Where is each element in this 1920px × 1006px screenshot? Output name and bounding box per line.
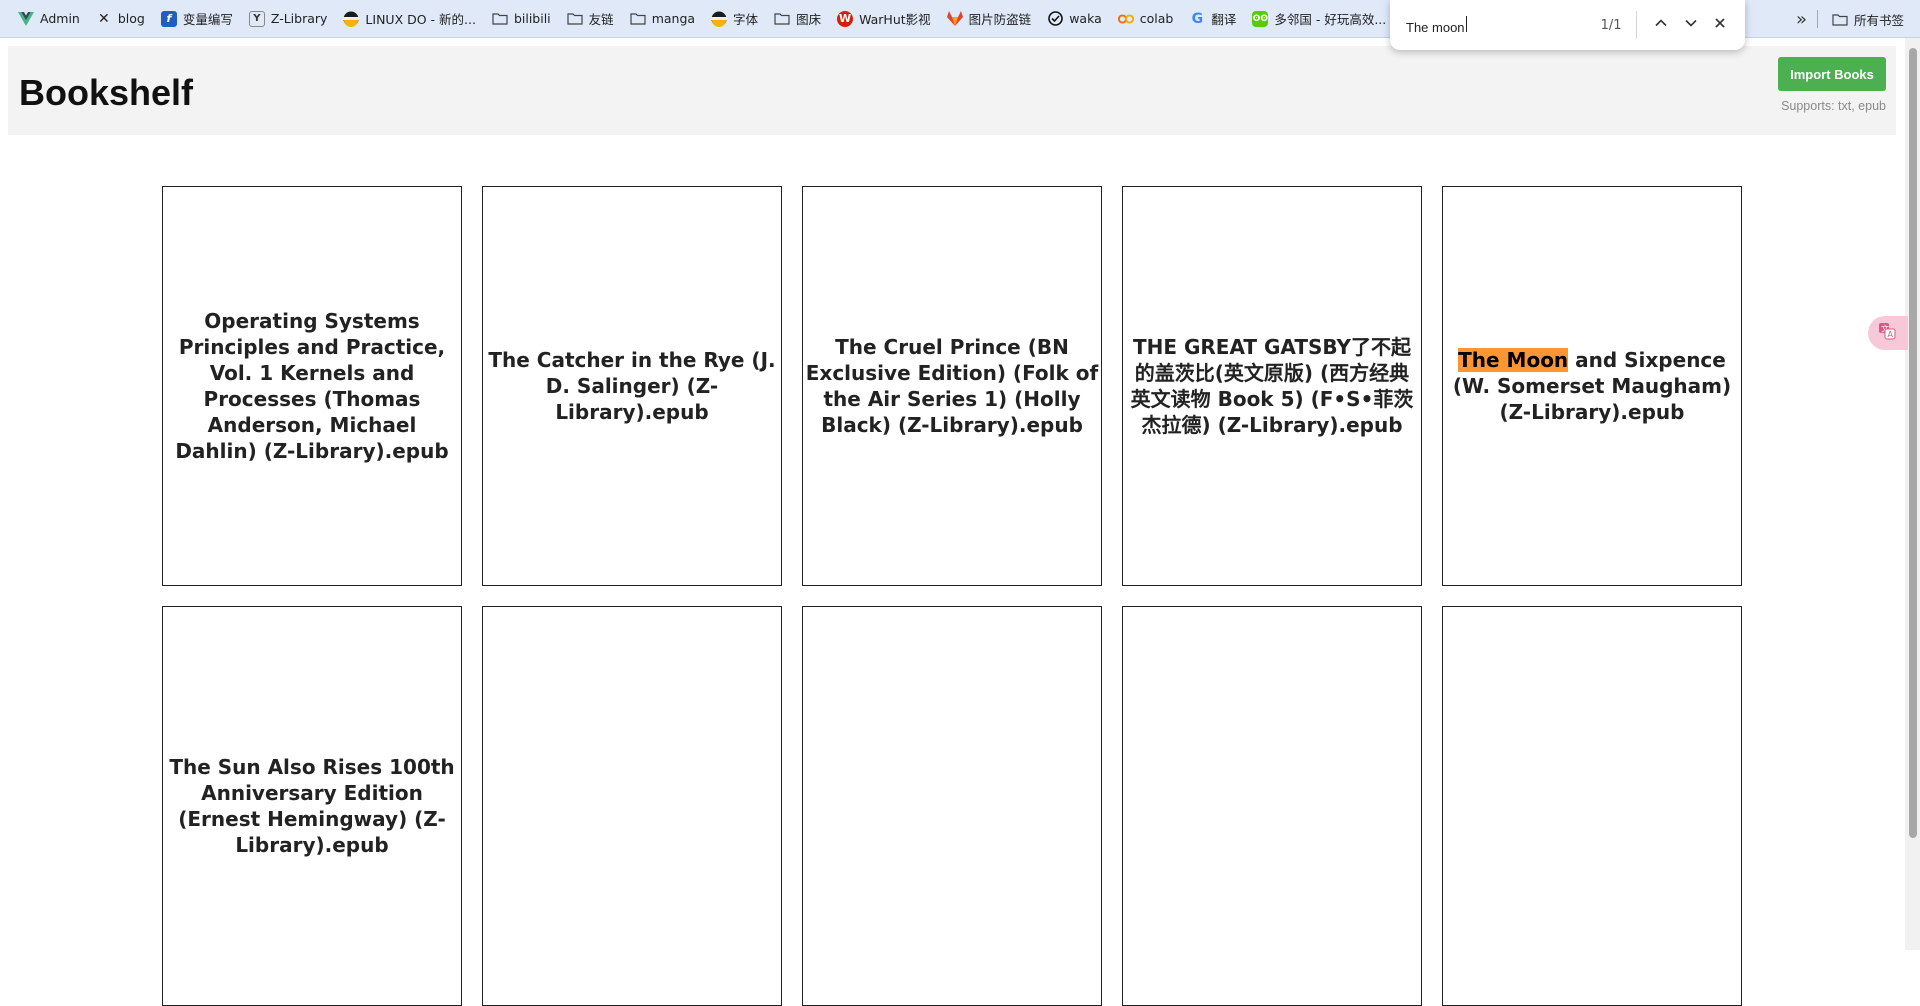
book-title: The Sun Also Rises 100th Anniversary Edi… [169,755,455,857]
wiki-icon: f [160,10,177,27]
translate-icon: 文A [1878,322,1896,344]
text-caret [1465,15,1467,32]
folder-icon [1832,11,1848,27]
bookmark-label: 多邻国 - 好玩高效... [1274,12,1387,27]
bookmark-label: 变量编写 [182,12,233,27]
find-query: The moon [1406,19,1465,35]
bookmark-folder-friends[interactable]: 友链 [559,5,622,33]
bookmark-label: bilibili [513,11,551,26]
book-title: Operating Systems Principles and Practic… [175,309,449,463]
book-card[interactable] [482,606,782,1006]
bookmarks-overflow-button[interactable]: » [1796,9,1807,30]
all-bookmarks-label: 所有书签 [1853,12,1904,28]
bookmark-label: Z-Library [270,11,328,26]
book-grid: Operating Systems Principles and Practic… [162,186,1742,1006]
warhut-icon: W [837,10,854,27]
book-title: The Catcher in the Rye (J. D. Salinger) … [488,348,776,424]
import-books-button[interactable]: Import Books [1778,57,1886,91]
x-icon: ✕ [97,10,110,27]
page-title: Bookshelf [19,72,194,113]
book-title: The Cruel Prince (BN Exclusive Edition) … [805,335,1099,437]
bookmark-label: WarHut影视 [859,12,931,27]
bookmark-label: 图床 [796,12,822,27]
page-header: Bookshelf Import Books Supports: txt, ep… [8,46,1896,135]
bookmark-label: 友链 [588,12,614,27]
waka-icon [1047,11,1063,27]
scrollbar-thumb[interactable] [1909,48,1917,838]
book-card[interactable]: The Moon and Sixpence (W. Somerset Maugh… [1442,186,1742,586]
duolingo-icon: ʘʘ [1252,10,1269,27]
book-card[interactable] [1442,606,1742,1006]
book-card[interactable]: The Sun Also Rises 100th Anniversary Edi… [162,606,462,1006]
folder-icon [567,11,583,27]
folder-icon [630,11,646,27]
bookmark-hotlink[interactable]: 图片防盗链 [939,5,1040,33]
find-bar: The moon 1/1 [1390,0,1745,50]
bookmark-duolingo[interactable]: ʘʘ 多邻国 - 好玩高效... [1244,5,1394,33]
bookmark-folder-bilibili[interactable]: bilibili [484,5,559,33]
find-highlight: The Moon [1458,348,1569,372]
bookmark-variable-naming[interactable]: f 变量编写 [153,5,241,33]
bookmark-label: 字体 [733,12,759,27]
bookmark-warhut[interactable]: W WarHut影视 [829,5,939,33]
vue-icon [18,11,34,27]
find-divider [1635,11,1637,39]
find-previous-button[interactable] [1646,9,1676,41]
linuxdo-icon [343,11,359,27]
bookmark-label: LINUX DO - 新的... [365,12,476,27]
bookmark-folder-manga[interactable]: manga [622,5,703,33]
bookmark-admin[interactable]: Admin [10,5,88,33]
book-card[interactable]: The Cruel Prince (BN Exclusive Edition) … [802,186,1102,586]
supported-formats-text: Supports: txt, epub [1781,99,1886,113]
bookmark-label: 翻译 [1211,12,1237,27]
google-icon: G [1191,10,1204,27]
svg-text:A: A [1888,330,1894,339]
book-card[interactable]: THE GREAT GATSBY了不起的盖茨比(英文原版) (西方经典英文读物 … [1122,186,1422,586]
find-match-count: 1/1 [1600,17,1622,33]
page-scrollbar[interactable] [1905,38,1920,950]
translate-widget[interactable]: 文A [1868,316,1908,350]
all-bookmarks-folder[interactable]: 所有书签 [1828,5,1908,33]
book-card[interactable] [802,606,1102,1006]
bookmark-translate[interactable]: G 翻译 [1181,5,1244,33]
close-icon [1713,16,1727,34]
book-card[interactable]: Operating Systems Principles and Practic… [162,186,462,586]
book-title: The Moon and Sixpence (W. Somerset Maugh… [1445,347,1739,425]
book-card[interactable] [1122,606,1422,1006]
bookmark-label: manga [651,11,696,26]
colab-icon [1117,11,1134,27]
folder-icon [492,11,508,27]
folder-icon [774,11,790,27]
book-card[interactable]: The Catcher in the Rye (J. D. Salinger) … [482,186,782,586]
bookmarks-divider [1816,10,1818,28]
page: Bookshelf Import Books Supports: txt, ep… [0,38,1905,1006]
find-next-button[interactable] [1676,9,1706,41]
find-input[interactable]: The moon [1406,15,1563,35]
bookmark-zlibrary[interactable]: Y Z-Library [241,5,336,33]
bookmark-fonts[interactable]: 字体 [703,5,766,33]
bookmark-label: 图片防盗链 [968,12,1032,27]
bookmark-blog[interactable]: ✕ blog [88,5,153,33]
find-close-button[interactable] [1705,9,1735,41]
bookmark-label: blog [117,11,145,26]
fox-icon [946,11,963,27]
bookmark-label: Admin [40,11,80,26]
chevron-up-icon [1654,16,1668,34]
bookmark-linuxdo[interactable]: LINUX DO - 新的... [335,5,484,33]
bookmark-folder-imagehost[interactable]: 图床 [766,5,829,33]
bookmark-label: waka [1069,11,1102,26]
bookmark-label: colab [1139,11,1174,26]
bookmark-waka[interactable]: waka [1039,5,1110,33]
chevron-down-icon [1684,16,1698,34]
bookmark-colab[interactable]: colab [1110,5,1182,33]
zlib-icon: Y [248,10,265,27]
linuxdo-icon [711,11,727,27]
book-title: THE GREAT GATSBY了不起的盖茨比(英文原版) (西方经典英文读物 … [1130,335,1414,437]
